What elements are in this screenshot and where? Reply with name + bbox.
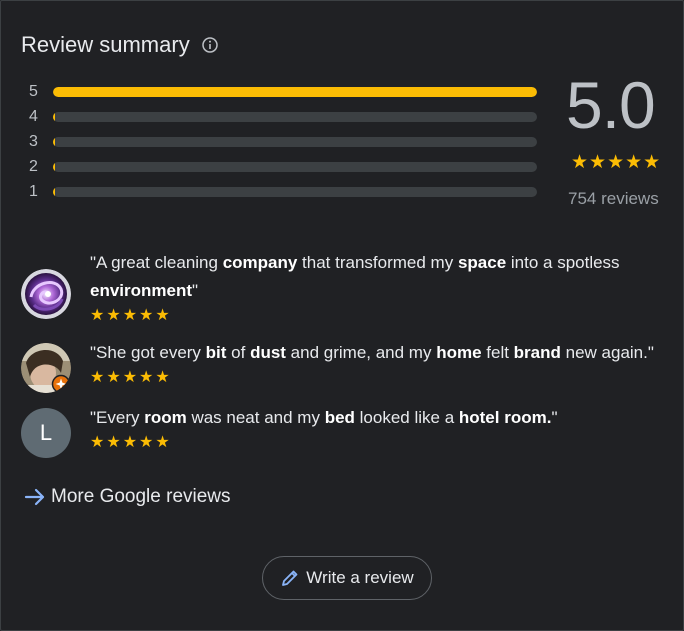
review-text: that transformed my (297, 253, 458, 272)
review-text: into a spotless (506, 253, 620, 272)
summary-header: Review summary (21, 32, 219, 58)
rating-bar-label: 5 (29, 82, 38, 100)
rating-bar-track (53, 161, 537, 172)
review-item[interactable]: "A great cleaning company that transform… (21, 249, 680, 327)
review-keyword: hotel room. (458, 408, 552, 427)
rating-bar-fill (53, 161, 55, 172)
rating-bar-fill (53, 86, 537, 97)
galaxy-avatar (21, 269, 71, 319)
pencil-icon (282, 570, 298, 586)
review-keyword: environment (90, 281, 193, 300)
review-quote: "Every room was neat and my bed looked l… (90, 404, 680, 432)
photo-avatar (21, 343, 71, 393)
review-text: and grime, and my (285, 343, 437, 362)
rating-bar-fill (53, 186, 55, 197)
review-keyword: space (457, 253, 507, 272)
rating-bar-track (53, 186, 537, 197)
review-body: "Every room was neat and my bed looked l… (90, 404, 680, 458)
review-keyword: company (222, 253, 298, 272)
write-review-label: Write a review (306, 568, 414, 587)
letter-avatar: L (21, 408, 71, 458)
review-text: looked like a (354, 408, 459, 427)
review-text: was neat and my (186, 408, 325, 427)
rating-bar-row: 5 (29, 79, 537, 104)
rating-bar-row: 1 (29, 179, 537, 204)
rating-bar-fill (53, 111, 55, 122)
more-google-reviews-link[interactable]: More Google reviews (23, 485, 231, 509)
summary-title: Review summary (21, 32, 190, 57)
rating-bar-label: 2 (29, 157, 38, 175)
review-text: new again." (560, 343, 654, 362)
review-stars: ★★★★★ (90, 369, 172, 386)
review-body: "She got every bit of dust and grime, an… (90, 339, 680, 393)
review-text: of (226, 343, 251, 362)
review-text: " (551, 408, 558, 427)
rating-bar-label: 4 (29, 107, 38, 125)
rating-bar-label: 3 (29, 132, 38, 150)
review-keyword: dust (250, 343, 286, 362)
rating-bar-fill (53, 136, 55, 147)
info-icon[interactable] (201, 36, 219, 54)
review-keyword: brand (513, 343, 561, 362)
review-quote: "She got every bit of dust and grime, an… (90, 339, 680, 367)
rating-bar-track (53, 86, 537, 97)
rating-bar-label: 1 (29, 182, 38, 200)
rating-bar-track (53, 136, 537, 147)
review-text: "Every (90, 408, 145, 427)
average-stars: ★★★★★ (571, 152, 662, 173)
review-keyword: room (144, 408, 187, 427)
rating-bar-row: 2 (29, 154, 537, 179)
review-item[interactable]: L "Every room was neat and my bed looked… (21, 404, 680, 458)
review-text: felt (481, 343, 514, 362)
review-text: "A great cleaning (90, 253, 223, 272)
avatar-letter: L (39, 420, 53, 445)
more-link-label: More Google reviews (51, 486, 231, 507)
rating-bar-row: 3 (29, 129, 537, 154)
rating-distribution: 5 4 3 2 1 (29, 79, 537, 204)
write-review-button[interactable]: Write a review (262, 556, 432, 600)
review-count[interactable]: 754 reviews (568, 189, 659, 209)
review-keyword: bed (324, 408, 355, 427)
rating-bar-row: 4 (29, 104, 537, 129)
review-body: "A great cleaning company that transform… (90, 249, 680, 327)
review-keyword: bit (205, 343, 227, 362)
review-item[interactable]: "She got every bit of dust and grime, an… (21, 339, 680, 393)
review-stars: ★★★★★ (90, 307, 172, 324)
review-text: " (192, 281, 199, 300)
rating-bar-track (53, 111, 537, 122)
review-summary-panel: Review summary 5 4 3 2 1 5.0 ★★★★★ 754 revie… (0, 0, 684, 631)
average-rating: 5.0 (566, 68, 656, 142)
review-quote: "A great cleaning company that transform… (90, 249, 680, 305)
review-stars: ★★★★★ (90, 434, 172, 451)
arrow-right-icon (24, 488, 45, 506)
review-keyword: home (436, 343, 482, 362)
review-text: "She got every (90, 343, 206, 362)
